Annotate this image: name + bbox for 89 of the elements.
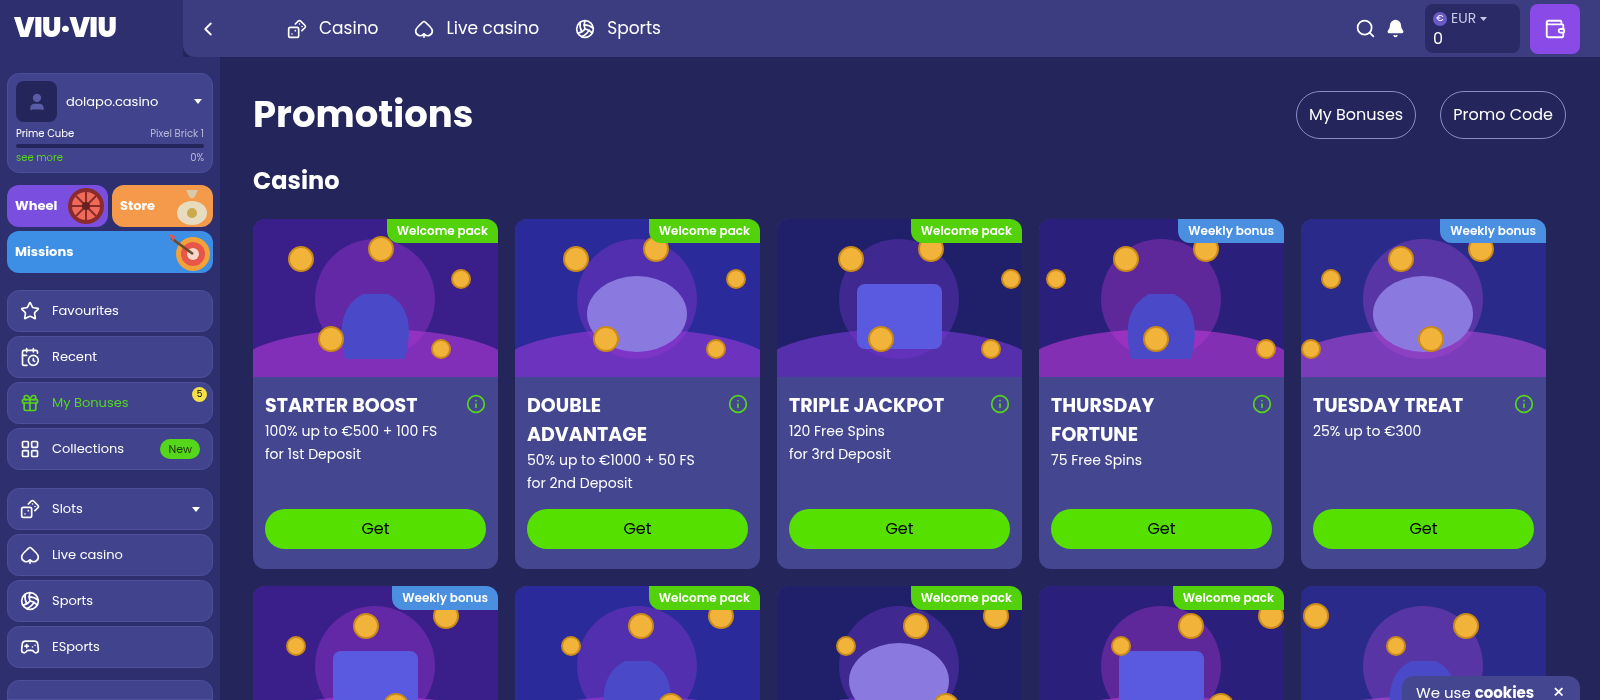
see-more-link[interactable]: see more	[16, 150, 63, 165]
wallet-button[interactable]	[1530, 3, 1580, 54]
tile-label: Wheel	[15, 196, 58, 216]
section-title: Casino	[253, 162, 341, 199]
euro-icon: €	[1433, 11, 1447, 26]
info-icon[interactable]	[1514, 393, 1534, 414]
sidebar-label: ESports	[52, 637, 100, 657]
tile-label: Store	[120, 196, 156, 216]
sidebar-item[interactable]: Collections New	[7, 428, 213, 470]
search-icon[interactable]	[1355, 18, 1376, 39]
sidebar-label: Collections	[52, 439, 125, 459]
sidebar-item[interactable]: ESports	[7, 626, 213, 668]
promo-description: 120 Free Spins	[789, 419, 886, 443]
bell-icon[interactable]	[1386, 19, 1405, 38]
promo-title: TRIPLE JACKPOT	[789, 390, 945, 420]
promo-description: for 2nd Deposit	[527, 471, 634, 495]
promo-tile[interactable]: Wheel	[7, 185, 108, 227]
get-button[interactable]: Get	[265, 508, 486, 549]
promo-description: 25% up to €300	[1313, 419, 1423, 443]
promo-title: THURSDAY FORTUNE	[1051, 390, 1156, 449]
calendar-icon	[20, 347, 40, 367]
star-icon	[20, 301, 40, 321]
promo-badge: Welcome pack	[648, 585, 760, 610]
promo-description: 50% up to €1000 + 50 FS	[527, 448, 696, 472]
get-button[interactable]: Get	[1051, 508, 1272, 549]
promo-badge: Welcome pack	[648, 218, 760, 243]
promo-description: for 1st Deposit	[265, 442, 362, 466]
promo-description: 75 Free Spins	[1051, 448, 1143, 472]
get-button[interactable]: Get	[1313, 508, 1534, 549]
new-tag: New	[160, 438, 200, 460]
promo-badge: Welcome pack	[910, 585, 1022, 610]
promo-title: DOUBLE ADVANTAGE	[527, 390, 648, 449]
level-name: Prime Cube	[16, 126, 75, 141]
gamepad-icon	[20, 637, 40, 657]
cookie-text: We use cookies	[1416, 682, 1535, 700]
sidebar-item[interactable]: Favourites	[7, 290, 213, 332]
username: dolapo.casino	[66, 91, 159, 112]
count-badge: 5	[192, 387, 207, 402]
promo-badge: Weekly bonus	[1440, 218, 1546, 243]
gift-icon	[20, 393, 40, 413]
sidebar-label: My Bonuses	[52, 393, 129, 413]
info-icon[interactable]	[728, 393, 748, 414]
info-icon[interactable]	[466, 393, 486, 414]
sidebar-label: Recent	[52, 347, 97, 367]
balance-selector[interactable]: € EUR 0	[1425, 4, 1520, 53]
get-button[interactable]: Get	[789, 508, 1010, 549]
nav-link[interactable]: Casino	[287, 15, 379, 42]
get-button[interactable]: Get	[527, 508, 748, 549]
promo-badge: Weekly bonus	[392, 585, 498, 610]
ball-icon	[20, 591, 40, 611]
next-level: Pixel Brick 1	[150, 126, 204, 141]
close-button[interactable]: ×	[1552, 682, 1566, 700]
sidebar-label: Sports	[52, 591, 94, 611]
promo-description: 100% up to €500 + 100 FS	[265, 419, 439, 443]
sidebar-item[interactable]: Recent	[7, 336, 213, 378]
page-title: Promotions	[253, 87, 474, 142]
nav-link[interactable]: Live casino	[414, 15, 540, 42]
sidebar-label: Slots	[52, 499, 83, 519]
nav-link[interactable]: Sports	[575, 15, 661, 42]
balance-amount: 0	[1433, 29, 1445, 49]
sidebar-item[interactable]: My Bonuses 5	[7, 382, 213, 424]
wallet-icon	[1544, 17, 1566, 40]
promo-badge: Welcome pack	[386, 218, 498, 243]
cards-icon	[20, 439, 40, 459]
promo-title: TUESDAY TREAT	[1313, 390, 1464, 420]
currency-label: EUR	[1451, 8, 1477, 29]
ball-icon	[575, 18, 596, 39]
sidebar-item[interactable]: Sports	[7, 580, 213, 622]
spade-icon	[414, 18, 435, 39]
target-icon	[167, 232, 211, 272]
promo-description: for 3rd Deposit	[789, 442, 893, 466]
wheel-icon	[66, 186, 106, 226]
level-percent: 0%	[190, 150, 204, 165]
dice-icon	[20, 499, 40, 519]
info-icon[interactable]	[990, 393, 1010, 414]
sidebar-item[interactable]: Live casino	[7, 534, 213, 576]
promo-badge: Welcome pack	[1172, 585, 1284, 610]
sidebar-label: Live casino	[52, 545, 123, 565]
caret-icon	[194, 99, 202, 104]
tile-label: Missions	[15, 242, 74, 262]
promo-badge: Weekly bonus	[1178, 218, 1284, 243]
promo-title: STARTER BOOST	[265, 390, 418, 420]
info-icon[interactable]	[1252, 393, 1272, 414]
sidebar-label: Favourites	[52, 301, 119, 321]
sidebar-item[interactable]: Slots	[7, 488, 213, 530]
promo-badge: Welcome pack	[910, 218, 1022, 243]
caret-icon	[1480, 16, 1488, 21]
spade-icon	[20, 545, 40, 565]
dice-icon	[287, 18, 307, 39]
